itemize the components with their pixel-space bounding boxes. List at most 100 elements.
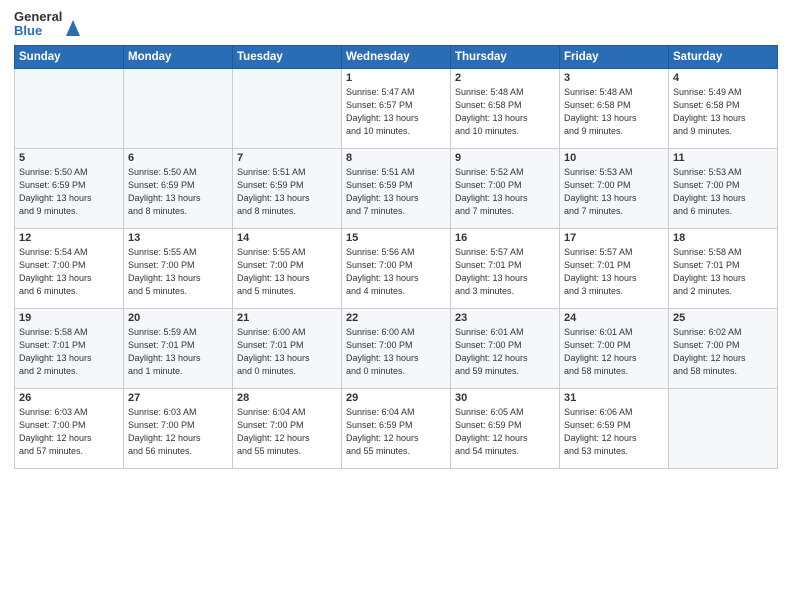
- day-detail: Sunrise: 5:52 AM Sunset: 7:00 PM Dayligh…: [455, 166, 555, 218]
- day-number: 20: [128, 312, 228, 324]
- header-day-wednesday: Wednesday: [342, 45, 451, 68]
- calendar-cell: 6 Sunrise: 5:50 AM Sunset: 6:59 PM Daylig…: [124, 148, 233, 228]
- day-detail: Sunrise: 5:47 AM Sunset: 6:57 PM Dayligh…: [346, 86, 446, 138]
- day-detail: Sunrise: 5:53 AM Sunset: 7:00 PM Dayligh…: [564, 166, 664, 218]
- header-day-sunday: Sunday: [15, 45, 124, 68]
- day-detail: Sunrise: 6:04 AM Sunset: 6:59 PM Dayligh…: [346, 406, 446, 458]
- calendar-cell: 10Sunrise: 5:53 AM Sunset: 7:00 PM Dayli…: [560, 148, 669, 228]
- day-number: 25: [673, 312, 773, 324]
- logo-general: General: [14, 10, 62, 24]
- day-number: 1: [346, 72, 446, 84]
- day-detail: Sunrise: 6:01 AM Sunset: 7:00 PM Dayligh…: [455, 326, 555, 378]
- header-day-monday: Monday: [124, 45, 233, 68]
- day-detail: Sunrise: 6:00 AM Sunset: 7:01 PM Dayligh…: [237, 326, 337, 378]
- logo-blue: Blue: [14, 24, 62, 38]
- day-detail: Sunrise: 6:04 AM Sunset: 7:00 PM Dayligh…: [237, 406, 337, 458]
- header-row: SundayMondayTuesdayWednesdayThursdayFrid…: [15, 45, 778, 68]
- calendar-cell: [669, 388, 778, 468]
- day-number: 8: [346, 152, 446, 164]
- header: General Blue: [14, 10, 778, 39]
- day-number: 9: [455, 152, 555, 164]
- calendar-cell: [233, 68, 342, 148]
- day-number: 6: [128, 152, 228, 164]
- page: General Blue SundayMondayTuesdayWednesda…: [0, 0, 792, 612]
- calendar-cell: 16 Sunrise: 5:57 AM Sunset: 7:01 PM Dayli…: [451, 228, 560, 308]
- day-number: 15: [346, 232, 446, 244]
- logo: General Blue: [14, 10, 82, 39]
- day-detail: Sunrise: 6:06 AM Sunset: 6:59 PM Dayligh…: [564, 406, 664, 458]
- day-number: 4: [673, 72, 773, 84]
- day-detail: Sunrise: 6:05 AM Sunset: 6:59 PM Dayligh…: [455, 406, 555, 458]
- calendar-cell: 31 Sunrise: 6:06 AM Sunset: 6:59 PM Dayli…: [560, 388, 669, 468]
- day-number: 23: [455, 312, 555, 324]
- week-row-1: 1 Sunrise: 5:47 AM Sunset: 6:57 PM Daylig…: [15, 68, 778, 148]
- day-detail: Sunrise: 5:50 AM Sunset: 6:59 PM Dayligh…: [19, 166, 119, 218]
- day-number: 18: [673, 232, 773, 244]
- day-detail: Sunrise: 5:48 AM Sunset: 6:58 PM Dayligh…: [564, 86, 664, 138]
- day-number: 7: [237, 152, 337, 164]
- day-number: 3: [564, 72, 664, 84]
- day-detail: Sunrise: 5:55 AM Sunset: 7:00 PM Dayligh…: [237, 246, 337, 298]
- calendar-cell: 11 Sunrise: 5:53 AM Sunset: 7:00 PM Dayli…: [669, 148, 778, 228]
- calendar-cell: 26 Sunrise: 6:03 AM Sunset: 7:00 PM Dayli…: [15, 388, 124, 468]
- day-number: 13: [128, 232, 228, 244]
- day-detail: Sunrise: 6:03 AM Sunset: 7:00 PM Dayligh…: [19, 406, 119, 458]
- day-number: 12: [19, 232, 119, 244]
- calendar-cell: 27 Sunrise: 6:03 AM Sunset: 7:00 PM Dayli…: [124, 388, 233, 468]
- calendar-cell: [124, 68, 233, 148]
- day-detail: Sunrise: 5:55 AM Sunset: 7:00 PM Dayligh…: [128, 246, 228, 298]
- day-number: 19: [19, 312, 119, 324]
- day-detail: Sunrise: 5:56 AM Sunset: 7:00 PM Dayligh…: [346, 246, 446, 298]
- day-number: 28: [237, 392, 337, 404]
- day-detail: Sunrise: 5:51 AM Sunset: 6:59 PM Dayligh…: [346, 166, 446, 218]
- calendar-cell: 28 Sunrise: 6:04 AM Sunset: 7:00 PM Dayli…: [233, 388, 342, 468]
- calendar-cell: 24Sunrise: 6:01 AM Sunset: 7:00 PM Dayli…: [560, 308, 669, 388]
- week-row-2: 5 Sunrise: 5:50 AM Sunset: 6:59 PM Daylig…: [15, 148, 778, 228]
- calendar-cell: 22Sunrise: 6:00 AM Sunset: 7:00 PM Dayli…: [342, 308, 451, 388]
- day-detail: Sunrise: 5:59 AM Sunset: 7:01 PM Dayligh…: [128, 326, 228, 378]
- header-day-thursday: Thursday: [451, 45, 560, 68]
- header-day-tuesday: Tuesday: [233, 45, 342, 68]
- header-day-saturday: Saturday: [669, 45, 778, 68]
- day-number: 17: [564, 232, 664, 244]
- day-number: 2: [455, 72, 555, 84]
- day-number: 5: [19, 152, 119, 164]
- day-detail: Sunrise: 6:00 AM Sunset: 7:00 PM Dayligh…: [346, 326, 446, 378]
- day-number: 24: [564, 312, 664, 324]
- calendar-cell: 20 Sunrise: 5:59 AM Sunset: 7:01 PM Dayli…: [124, 308, 233, 388]
- calendar-cell: 19 Sunrise: 5:58 AM Sunset: 7:01 PM Dayli…: [15, 308, 124, 388]
- week-row-5: 26 Sunrise: 6:03 AM Sunset: 7:00 PM Dayli…: [15, 388, 778, 468]
- day-detail: Sunrise: 5:58 AM Sunset: 7:01 PM Dayligh…: [673, 246, 773, 298]
- calendar-cell: 8 Sunrise: 5:51 AM Sunset: 6:59 PM Daylig…: [342, 148, 451, 228]
- calendar-cell: [15, 68, 124, 148]
- day-detail: Sunrise: 5:57 AM Sunset: 7:01 PM Dayligh…: [455, 246, 555, 298]
- day-number: 26: [19, 392, 119, 404]
- day-detail: Sunrise: 5:53 AM Sunset: 7:00 PM Dayligh…: [673, 166, 773, 218]
- week-row-3: 12 Sunrise: 5:54 AM Sunset: 7:00 PM Dayli…: [15, 228, 778, 308]
- day-detail: Sunrise: 6:03 AM Sunset: 7:00 PM Dayligh…: [128, 406, 228, 458]
- day-number: 29: [346, 392, 446, 404]
- logo-triangle-icon: [64, 10, 82, 38]
- calendar-cell: 4Sunrise: 5:49 AM Sunset: 6:58 PM Daylig…: [669, 68, 778, 148]
- calendar-cell: 5 Sunrise: 5:50 AM Sunset: 6:59 PM Daylig…: [15, 148, 124, 228]
- day-detail: Sunrise: 5:58 AM Sunset: 7:01 PM Dayligh…: [19, 326, 119, 378]
- day-number: 16: [455, 232, 555, 244]
- day-detail: Sunrise: 5:48 AM Sunset: 6:58 PM Dayligh…: [455, 86, 555, 138]
- day-detail: Sunrise: 5:54 AM Sunset: 7:00 PM Dayligh…: [19, 246, 119, 298]
- calendar-table: SundayMondayTuesdayWednesdayThursdayFrid…: [14, 45, 778, 469]
- calendar-cell: 2 Sunrise: 5:48 AM Sunset: 6:58 PM Daylig…: [451, 68, 560, 148]
- day-number: 27: [128, 392, 228, 404]
- day-number: 30: [455, 392, 555, 404]
- calendar-cell: 3 Sunrise: 5:48 AM Sunset: 6:58 PM Daylig…: [560, 68, 669, 148]
- calendar-cell: 23 Sunrise: 6:01 AM Sunset: 7:00 PM Dayli…: [451, 308, 560, 388]
- calendar-cell: 13 Sunrise: 5:55 AM Sunset: 7:00 PM Dayli…: [124, 228, 233, 308]
- day-detail: Sunrise: 6:02 AM Sunset: 7:00 PM Dayligh…: [673, 326, 773, 378]
- day-detail: Sunrise: 5:50 AM Sunset: 6:59 PM Dayligh…: [128, 166, 228, 218]
- calendar-cell: 18 Sunrise: 5:58 AM Sunset: 7:01 PM Dayli…: [669, 228, 778, 308]
- calendar-cell: 25 Sunrise: 6:02 AM Sunset: 7:00 PM Dayli…: [669, 308, 778, 388]
- day-number: 31: [564, 392, 664, 404]
- calendar-cell: 14Sunrise: 5:55 AM Sunset: 7:00 PM Dayli…: [233, 228, 342, 308]
- day-number: 11: [673, 152, 773, 164]
- calendar-cell: 29 Sunrise: 6:04 AM Sunset: 6:59 PM Dayli…: [342, 388, 451, 468]
- day-number: 21: [237, 312, 337, 324]
